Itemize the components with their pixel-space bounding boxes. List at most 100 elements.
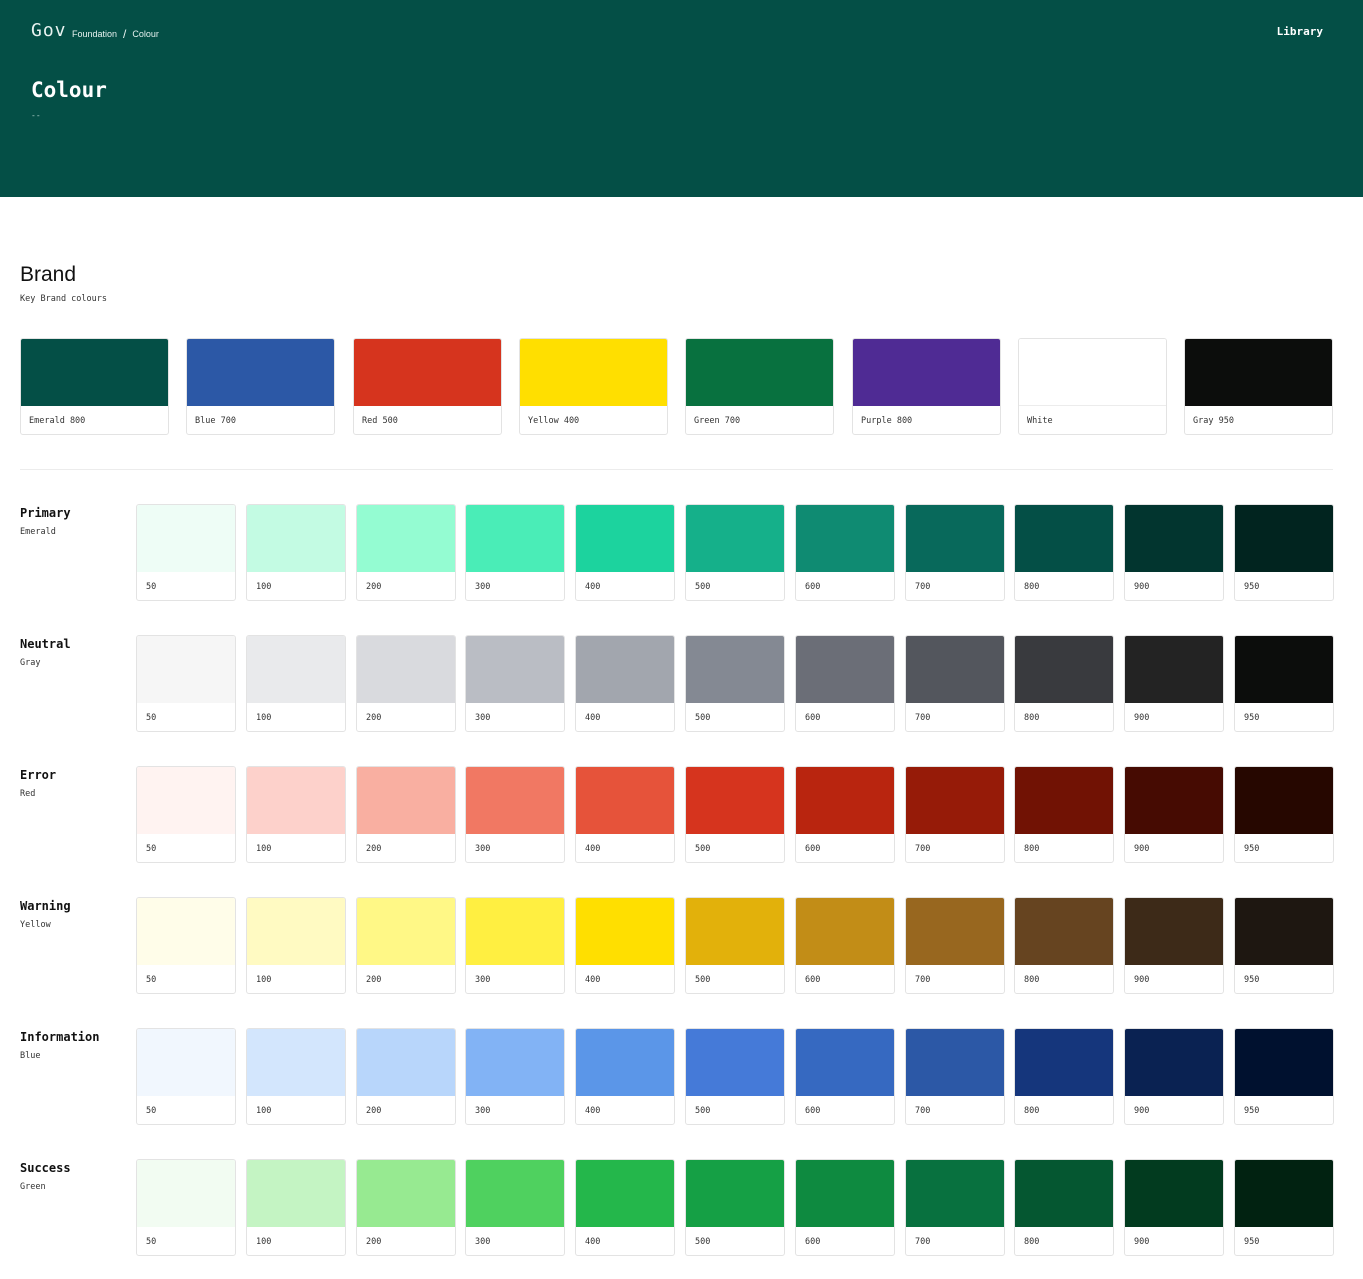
scale-swatch-emerald-200[interactable]: 200 <box>356 504 456 601</box>
swatch-label: 400 <box>585 1106 601 1116</box>
colour-swatch <box>21 339 168 406</box>
scale-swatch-gray-950[interactable]: 950 <box>1234 635 1334 732</box>
colour-swatch <box>576 505 674 572</box>
scale-swatch-emerald-950[interactable]: 950 <box>1234 504 1334 601</box>
scale-swatch-gray-700[interactable]: 700 <box>905 635 1005 732</box>
swatch-label: 500 <box>695 713 711 723</box>
scale-swatch-green-400[interactable]: 400 <box>575 1159 675 1256</box>
scale-swatch-gray-600[interactable]: 600 <box>795 635 895 732</box>
logo[interactable]: Gov <box>31 20 67 41</box>
scale-swatch-blue-700[interactable]: 700 <box>905 1028 1005 1125</box>
scale-swatch-emerald-500[interactable]: 500 <box>685 504 785 601</box>
scale-swatch-blue-900[interactable]: 900 <box>1124 1028 1224 1125</box>
scale-swatch-gray-800[interactable]: 800 <box>1014 635 1114 732</box>
scale-swatch-blue-400[interactable]: 400 <box>575 1028 675 1125</box>
brand-swatch-white[interactable]: White <box>1018 338 1167 435</box>
scale-swatch-green-500[interactable]: 500 <box>685 1159 785 1256</box>
scale-swatch-yellow-500[interactable]: 500 <box>685 897 785 994</box>
scale-swatch-yellow-200[interactable]: 200 <box>356 897 456 994</box>
scale-swatch-green-800[interactable]: 800 <box>1014 1159 1114 1256</box>
scale-swatch-gray-400[interactable]: 400 <box>575 635 675 732</box>
brand-swatch-yellow-400[interactable]: Yellow 400 <box>519 338 668 435</box>
brand-swatch-red-500[interactable]: Red 500 <box>353 338 502 435</box>
colour-swatch <box>1235 1029 1333 1096</box>
scale-swatch-gray-50[interactable]: 50 <box>136 635 236 732</box>
brand-swatch-blue-700[interactable]: Blue 700 <box>186 338 335 435</box>
swatch-label: 200 <box>366 975 382 985</box>
scale-swatch-red-300[interactable]: 300 <box>465 766 565 863</box>
scale-swatch-red-50[interactable]: 50 <box>136 766 236 863</box>
scale-swatch-emerald-600[interactable]: 600 <box>795 504 895 601</box>
scale-swatch-green-100[interactable]: 100 <box>246 1159 346 1256</box>
brand-swatch-emerald-800[interactable]: Emerald 800 <box>20 338 169 435</box>
colour-swatch <box>1125 898 1223 965</box>
scale-swatch-green-300[interactable]: 300 <box>465 1159 565 1256</box>
swatch-label: 300 <box>475 713 491 723</box>
scale-swatch-emerald-400[interactable]: 400 <box>575 504 675 601</box>
library-link[interactable]: Library <box>1277 25 1323 38</box>
scale-swatch-blue-600[interactable]: 600 <box>795 1028 895 1125</box>
swatch-label: 400 <box>585 1237 601 1247</box>
scale-swatch-yellow-950[interactable]: 950 <box>1234 897 1334 994</box>
scale-swatch-emerald-800[interactable]: 800 <box>1014 504 1114 601</box>
scale-swatch-red-900[interactable]: 900 <box>1124 766 1224 863</box>
colour-swatch <box>137 1029 235 1096</box>
scale-swatch-blue-500[interactable]: 500 <box>685 1028 785 1125</box>
scale-swatch-blue-300[interactable]: 300 <box>465 1028 565 1125</box>
scale-swatch-yellow-700[interactable]: 700 <box>905 897 1005 994</box>
colour-swatch <box>686 505 784 572</box>
scale-swatch-green-50[interactable]: 50 <box>136 1159 236 1256</box>
swatch-label: 700 <box>915 713 931 723</box>
scale-swatch-yellow-600[interactable]: 600 <box>795 897 895 994</box>
swatch-label: 900 <box>1134 1237 1150 1247</box>
scale-swatch-red-200[interactable]: 200 <box>356 766 456 863</box>
scale-swatch-green-700[interactable]: 700 <box>905 1159 1005 1256</box>
scale-swatch-gray-200[interactable]: 200 <box>356 635 456 732</box>
brand-swatch-green-700[interactable]: Green 700 <box>685 338 834 435</box>
swatch-label: 900 <box>1134 975 1150 985</box>
scale-swatch-red-100[interactable]: 100 <box>246 766 346 863</box>
scale-swatch-green-600[interactable]: 600 <box>795 1159 895 1256</box>
page-header: Gov Foundation / Colour Library Colour -… <box>0 0 1363 197</box>
scale-swatch-red-700[interactable]: 700 <box>905 766 1005 863</box>
scale-swatch-yellow-100[interactable]: 100 <box>246 897 346 994</box>
scale-swatch-blue-200[interactable]: 200 <box>356 1028 456 1125</box>
colour-swatch <box>466 505 564 572</box>
scale-swatch-emerald-700[interactable]: 700 <box>905 504 1005 601</box>
colour-swatch <box>247 767 345 834</box>
scale-swatch-emerald-50[interactable]: 50 <box>136 504 236 601</box>
scale-swatch-gray-300[interactable]: 300 <box>465 635 565 732</box>
colour-swatch <box>357 636 455 703</box>
scale-swatch-yellow-300[interactable]: 300 <box>465 897 565 994</box>
colour-swatch <box>187 339 334 406</box>
scale-swatch-yellow-50[interactable]: 50 <box>136 897 236 994</box>
scale-swatch-blue-800[interactable]: 800 <box>1014 1028 1114 1125</box>
brand-swatch-gray-950[interactable]: Gray 950 <box>1184 338 1333 435</box>
scale-swatch-red-600[interactable]: 600 <box>795 766 895 863</box>
scale-swatch-green-950[interactable]: 950 <box>1234 1159 1334 1256</box>
scale-swatch-gray-900[interactable]: 900 <box>1124 635 1224 732</box>
swatch-label: 700 <box>915 582 931 592</box>
scale-swatch-emerald-300[interactable]: 300 <box>465 504 565 601</box>
swatch-label: 800 <box>1024 975 1040 985</box>
breadcrumb-foundation[interactable]: Foundation <box>72 29 117 39</box>
scale-swatch-yellow-400[interactable]: 400 <box>575 897 675 994</box>
scale-swatch-gray-100[interactable]: 100 <box>246 635 346 732</box>
scale-swatch-red-500[interactable]: 500 <box>685 766 785 863</box>
scale-swatch-green-200[interactable]: 200 <box>356 1159 456 1256</box>
colour-swatch <box>357 1029 455 1096</box>
scale-swatch-green-900[interactable]: 900 <box>1124 1159 1224 1256</box>
scale-swatch-red-800[interactable]: 800 <box>1014 766 1114 863</box>
scale-swatch-emerald-100[interactable]: 100 <box>246 504 346 601</box>
scale-swatch-blue-50[interactable]: 50 <box>136 1028 236 1125</box>
scale-swatch-red-400[interactable]: 400 <box>575 766 675 863</box>
scale-swatch-emerald-900[interactable]: 900 <box>1124 504 1224 601</box>
scale-swatch-blue-100[interactable]: 100 <box>246 1028 346 1125</box>
brand-swatch-purple-800[interactable]: Purple 800 <box>852 338 1001 435</box>
scale-swatch-gray-500[interactable]: 500 <box>685 635 785 732</box>
breadcrumb-colour[interactable]: Colour <box>132 29 159 39</box>
scale-swatch-red-950[interactable]: 950 <box>1234 766 1334 863</box>
scale-swatch-yellow-900[interactable]: 900 <box>1124 897 1224 994</box>
scale-swatch-blue-950[interactable]: 950 <box>1234 1028 1334 1125</box>
scale-swatch-yellow-800[interactable]: 800 <box>1014 897 1114 994</box>
